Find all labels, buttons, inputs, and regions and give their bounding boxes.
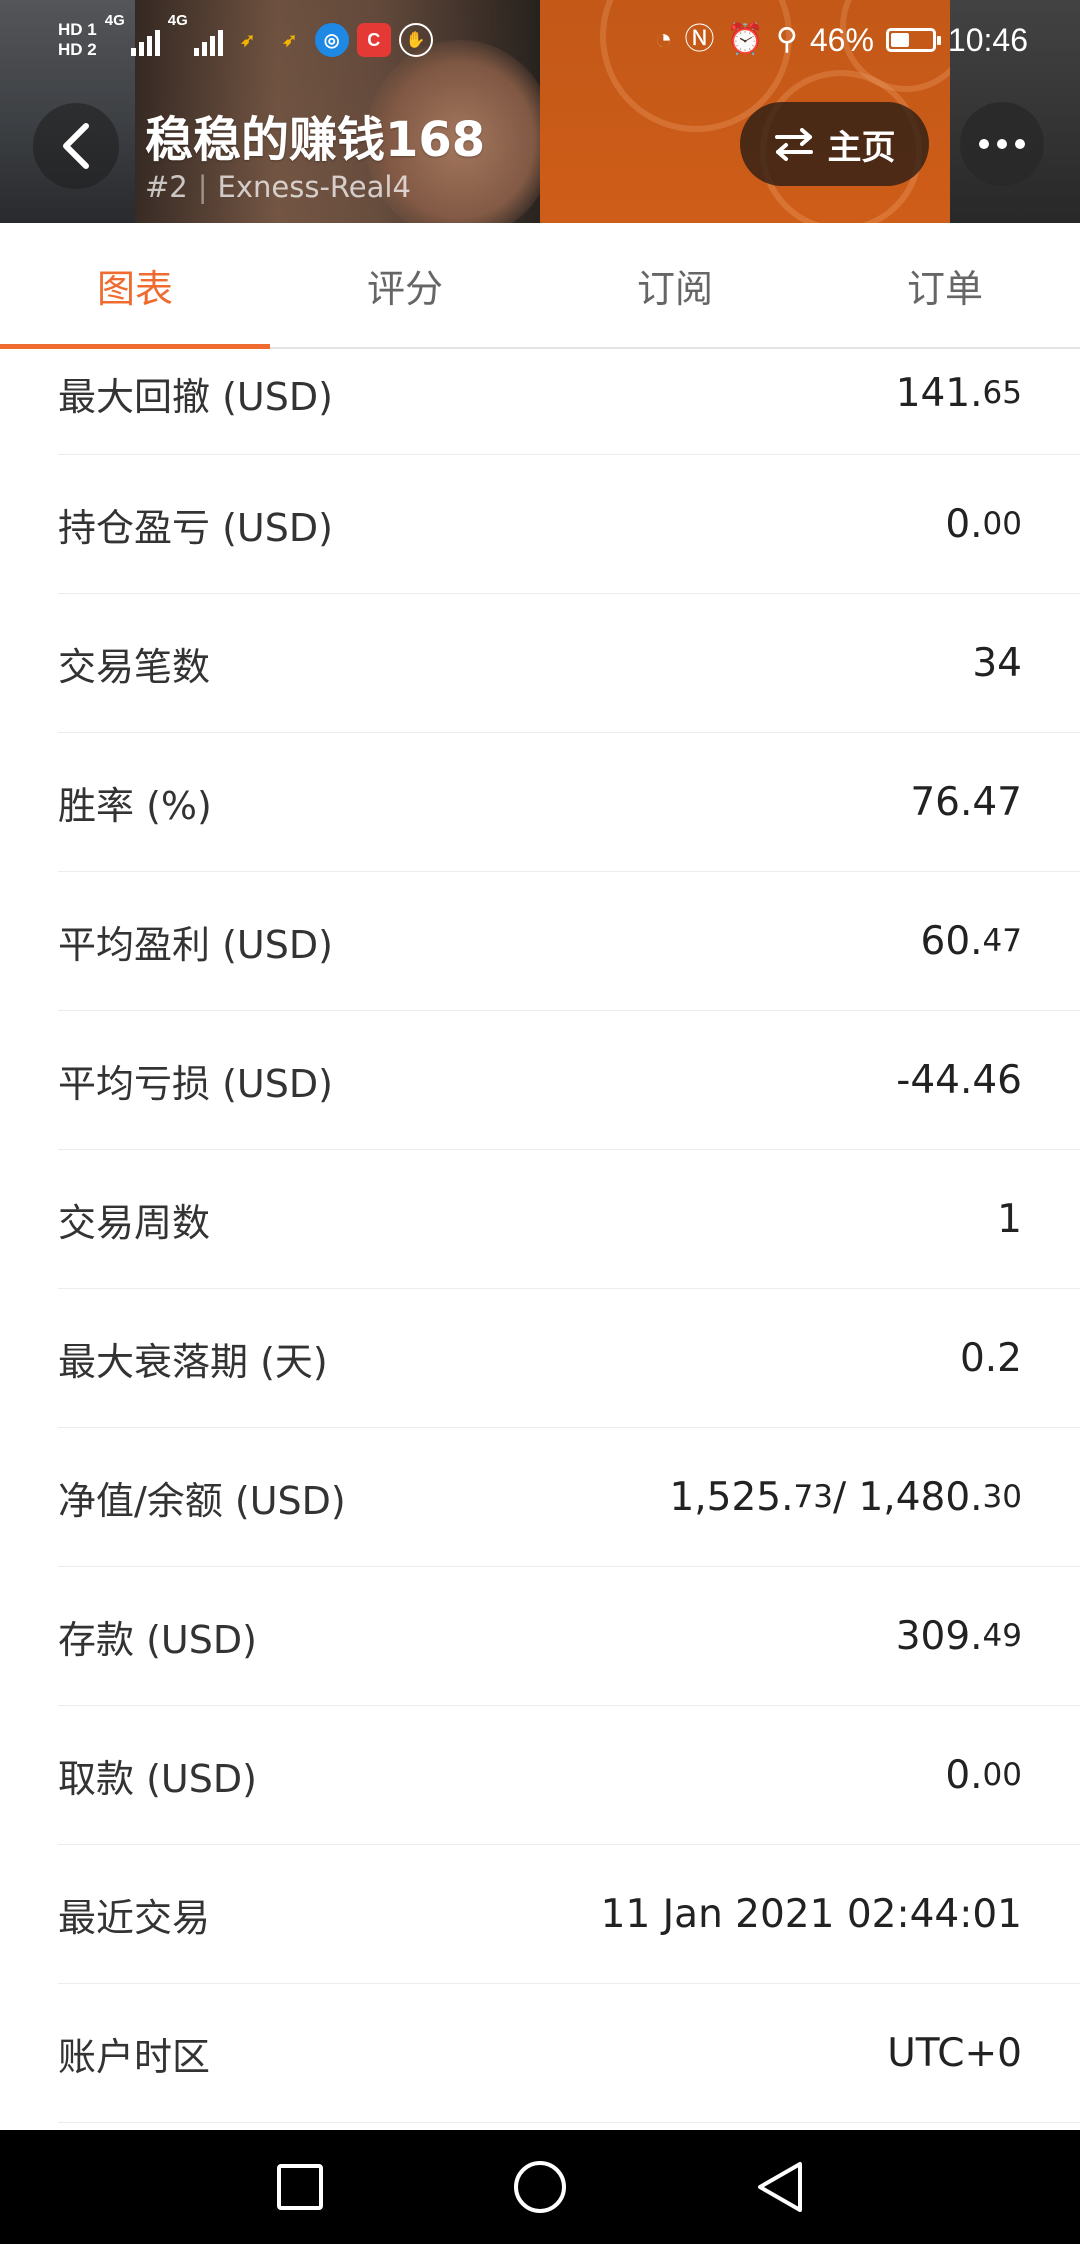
stat-row-last-trade: 最近交易 11 Jan 2021 02:44:01 bbox=[58, 1845, 1080, 1984]
stat-label: 胜率 (%) bbox=[58, 783, 212, 828]
home-button-label: 主页 bbox=[827, 127, 896, 168]
stat-label: 交易笔数 bbox=[58, 644, 211, 689]
stat-row-max-drawdown: 最大回撤 (USD) 141. 65 bbox=[58, 349, 1080, 455]
notification-app-icon: ➶ bbox=[282, 29, 298, 50]
account-subtitle: #2 | Exness-Real4 bbox=[145, 170, 411, 204]
circle-icon bbox=[514, 2161, 566, 2213]
stat-row-floating-pl: 持仓盈亏 (USD) 0. 00 bbox=[58, 455, 1080, 594]
home-nav-button[interactable] bbox=[505, 2152, 575, 2222]
tab-chart[interactable]: 图表 bbox=[0, 223, 270, 349]
stat-label: 账户时区 bbox=[58, 2034, 211, 2079]
header: HD 1 HD 2 4G 4G ➶ ➶ ◎ C ✋ ◔ Ⓝ ⏰ ⚲ 46% 10… bbox=[0, 0, 1080, 223]
stat-row-max-decline-period: 最大衰落期 (天) 0.2 bbox=[58, 1289, 1080, 1428]
stat-value: 309. 49 bbox=[895, 1613, 1022, 1659]
tab-bar: 图表 评分 订阅 订单 bbox=[0, 223, 1080, 349]
back-button[interactable] bbox=[33, 103, 119, 189]
stat-row-win-rate: 胜率 (%) 76.47 bbox=[58, 733, 1080, 872]
more-dot-icon bbox=[997, 139, 1007, 149]
signal-icon bbox=[130, 24, 160, 56]
back-nav-button[interactable] bbox=[745, 2152, 815, 2222]
triangle-back-icon bbox=[758, 2162, 802, 2212]
battery-percent: 46% bbox=[809, 21, 874, 58]
browser-app-icon: ◎ bbox=[314, 23, 349, 57]
stat-row-avg-loss: 平均亏损 (USD) -44.46 bbox=[58, 1011, 1080, 1150]
stat-row-withdrawals: 取款 (USD) 0. 00 bbox=[58, 1706, 1080, 1845]
stat-row-trading-weeks: 交易周数 1 bbox=[58, 1150, 1080, 1289]
stat-value: 60. 47 bbox=[920, 918, 1022, 964]
server-label: Exness-Real4 bbox=[217, 170, 411, 204]
network-type: 4G bbox=[167, 12, 188, 29]
stat-label: 净值/余额 (USD) bbox=[58, 1478, 346, 1523]
stat-value: UTC+0 bbox=[887, 2030, 1022, 2076]
alarm-icon: ⏰ bbox=[726, 23, 764, 56]
stat-value: 0.2 bbox=[959, 1335, 1022, 1381]
stat-value: 11 Jan 2021 02:44:01 bbox=[600, 1891, 1022, 1937]
tab-subscribe[interactable]: 订阅 bbox=[540, 223, 810, 347]
stat-row-trades: 交易笔数 34 bbox=[58, 594, 1080, 733]
stat-label: 存款 (USD) bbox=[58, 1617, 257, 1662]
nfc-icon: Ⓝ bbox=[684, 23, 715, 56]
more-dot-icon bbox=[1015, 139, 1025, 149]
stat-value: 1 bbox=[997, 1196, 1022, 1242]
news-app-icon: C bbox=[356, 23, 391, 57]
stat-value: -44.46 bbox=[896, 1057, 1022, 1103]
stats-list: 最大回撤 (USD) 141. 65 持仓盈亏 (USD) 0. 00 交易笔数 3… bbox=[0, 349, 1080, 2123]
switch-icon bbox=[774, 128, 813, 161]
stat-row-timezone: 账户时区 UTC+0 bbox=[58, 1984, 1080, 2123]
hand-app-icon: ✋ bbox=[398, 23, 433, 57]
notification-app-icon: ➶ bbox=[240, 29, 256, 50]
stat-label: 最近交易 bbox=[58, 1895, 211, 1940]
stat-label: 平均盈利 (USD) bbox=[58, 922, 333, 967]
clock: 10:46 bbox=[947, 21, 1028, 58]
tab-orders[interactable]: 订单 bbox=[810, 223, 1080, 347]
stat-value: 0. 00 bbox=[945, 501, 1022, 547]
location-icon: ⚲ bbox=[775, 23, 798, 56]
stat-value: 34 bbox=[972, 640, 1022, 686]
home-button[interactable]: 主页 bbox=[740, 102, 929, 186]
stat-row-avg-profit: 平均盈利 (USD) 60. 47 bbox=[58, 872, 1080, 1011]
more-options-button[interactable] bbox=[960, 102, 1044, 186]
battery-icon bbox=[885, 28, 941, 52]
stat-label: 平均亏损 (USD) bbox=[58, 1061, 333, 1106]
square-icon bbox=[277, 2164, 323, 2210]
back-arrow-icon bbox=[63, 123, 89, 169]
stat-value: 76.47 bbox=[910, 779, 1022, 825]
stat-label: 交易周数 bbox=[58, 1200, 211, 1245]
system-nav-bar bbox=[0, 2130, 1080, 2244]
more-dot-icon bbox=[979, 139, 989, 149]
status-bar: HD 1 HD 2 4G 4G ➶ ➶ ◎ C ✋ ◔ Ⓝ ⏰ ⚲ 46% 10… bbox=[0, 0, 1080, 80]
signal-icon bbox=[193, 24, 223, 56]
stat-row-deposits: 存款 (USD) 309. 49 bbox=[58, 1567, 1080, 1706]
stat-label: 最大回撤 (USD) bbox=[58, 374, 333, 419]
stat-value: 141. 65 bbox=[895, 370, 1022, 416]
network-type: 4G bbox=[104, 12, 125, 29]
page-title: 稳稳的赚钱168 bbox=[145, 112, 486, 168]
stat-label: 持仓盈亏 (USD) bbox=[58, 505, 333, 550]
tab-rating[interactable]: 评分 bbox=[270, 223, 540, 347]
rank-label: #2 bbox=[145, 170, 188, 204]
data-saver-icon: ◔ bbox=[654, 23, 673, 56]
recent-apps-button[interactable] bbox=[265, 2152, 335, 2222]
stat-label: 取款 (USD) bbox=[58, 1756, 257, 1801]
hd-indicator: HD 1 HD 2 bbox=[58, 20, 97, 59]
stat-label: 最大衰落期 (天) bbox=[58, 1339, 328, 1384]
stat-row-equity-balance: 净值/余额 (USD) 1,525. 73 / 1,480. 30 bbox=[58, 1428, 1080, 1567]
stat-value: 0. 00 bbox=[945, 1752, 1022, 1798]
stat-value: 1,525. 73 / 1,480. 30 bbox=[669, 1474, 1022, 1520]
